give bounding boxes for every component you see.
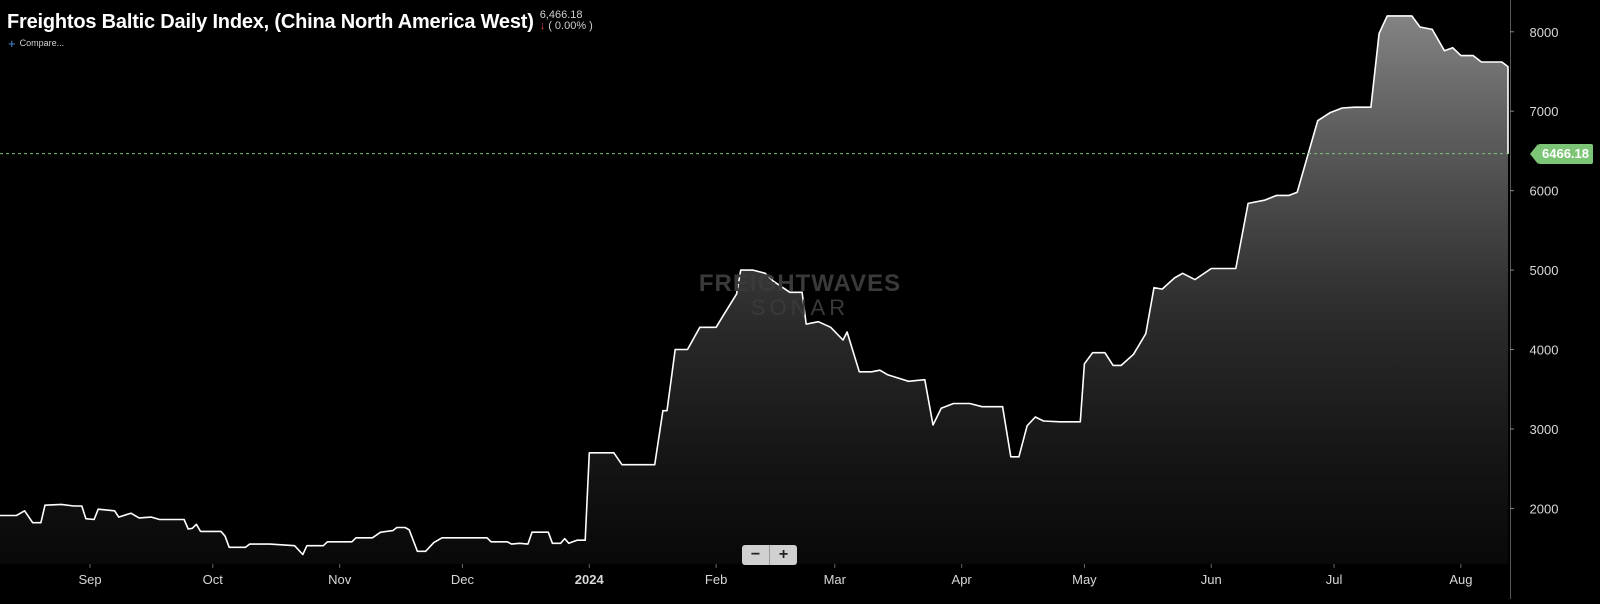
x-tick-label: Nov: [328, 572, 352, 587]
watermark-logo: FREIGHTWAVES SONAR: [660, 272, 940, 320]
x-tick-label: May: [1072, 572, 1097, 587]
plus-icon: +: [8, 35, 16, 51]
y-tick-label: 2000: [1530, 501, 1559, 516]
y-tick-label: 4000: [1530, 343, 1559, 358]
x-tick-label: Mar: [824, 572, 847, 587]
compare-label: Compare...: [19, 38, 65, 48]
x-tick-label: Apr: [952, 572, 973, 587]
zoom-out-button[interactable]: −: [742, 545, 769, 565]
y-tick-label: 6000: [1530, 184, 1559, 199]
x-tick-label: 2024: [575, 572, 605, 587]
x-tick-label: Feb: [705, 572, 727, 587]
watermark-line1: FREIGHTWAVES: [698, 270, 902, 297]
watermark-line2: SONAR: [750, 295, 850, 320]
quote-box: 6,466.18 ↓ ( 0.00% ): [540, 10, 593, 32]
x-tick-label: Sep: [78, 572, 101, 587]
x-tick-label: Dec: [451, 572, 475, 587]
zoom-in-button[interactable]: +: [769, 545, 797, 565]
y-tick-label: 5000: [1530, 263, 1559, 278]
compare-button[interactable]: + Compare...: [8, 35, 65, 51]
last-price-tag: 6466.18: [1530, 143, 1593, 164]
x-tick-label: Jun: [1201, 572, 1222, 587]
y-tick-label: 7000: [1530, 104, 1559, 119]
x-tick-label: Oct: [203, 572, 224, 587]
y-tick-label: 8000: [1530, 25, 1559, 40]
x-tick-label: Jul: [1326, 572, 1343, 587]
arrow-down-icon: ↓: [539, 20, 546, 32]
y-tick-label: 3000: [1530, 422, 1559, 437]
chart-header: Freightos Baltic Daily Index, (China Nor…: [7, 10, 593, 34]
x-tick-label: Aug: [1449, 572, 1472, 587]
change-percent: ( 0.00% ): [548, 20, 593, 32]
chart-title: Freightos Baltic Daily Index, (China Nor…: [7, 11, 534, 33]
zoom-controls: − +: [742, 545, 797, 565]
